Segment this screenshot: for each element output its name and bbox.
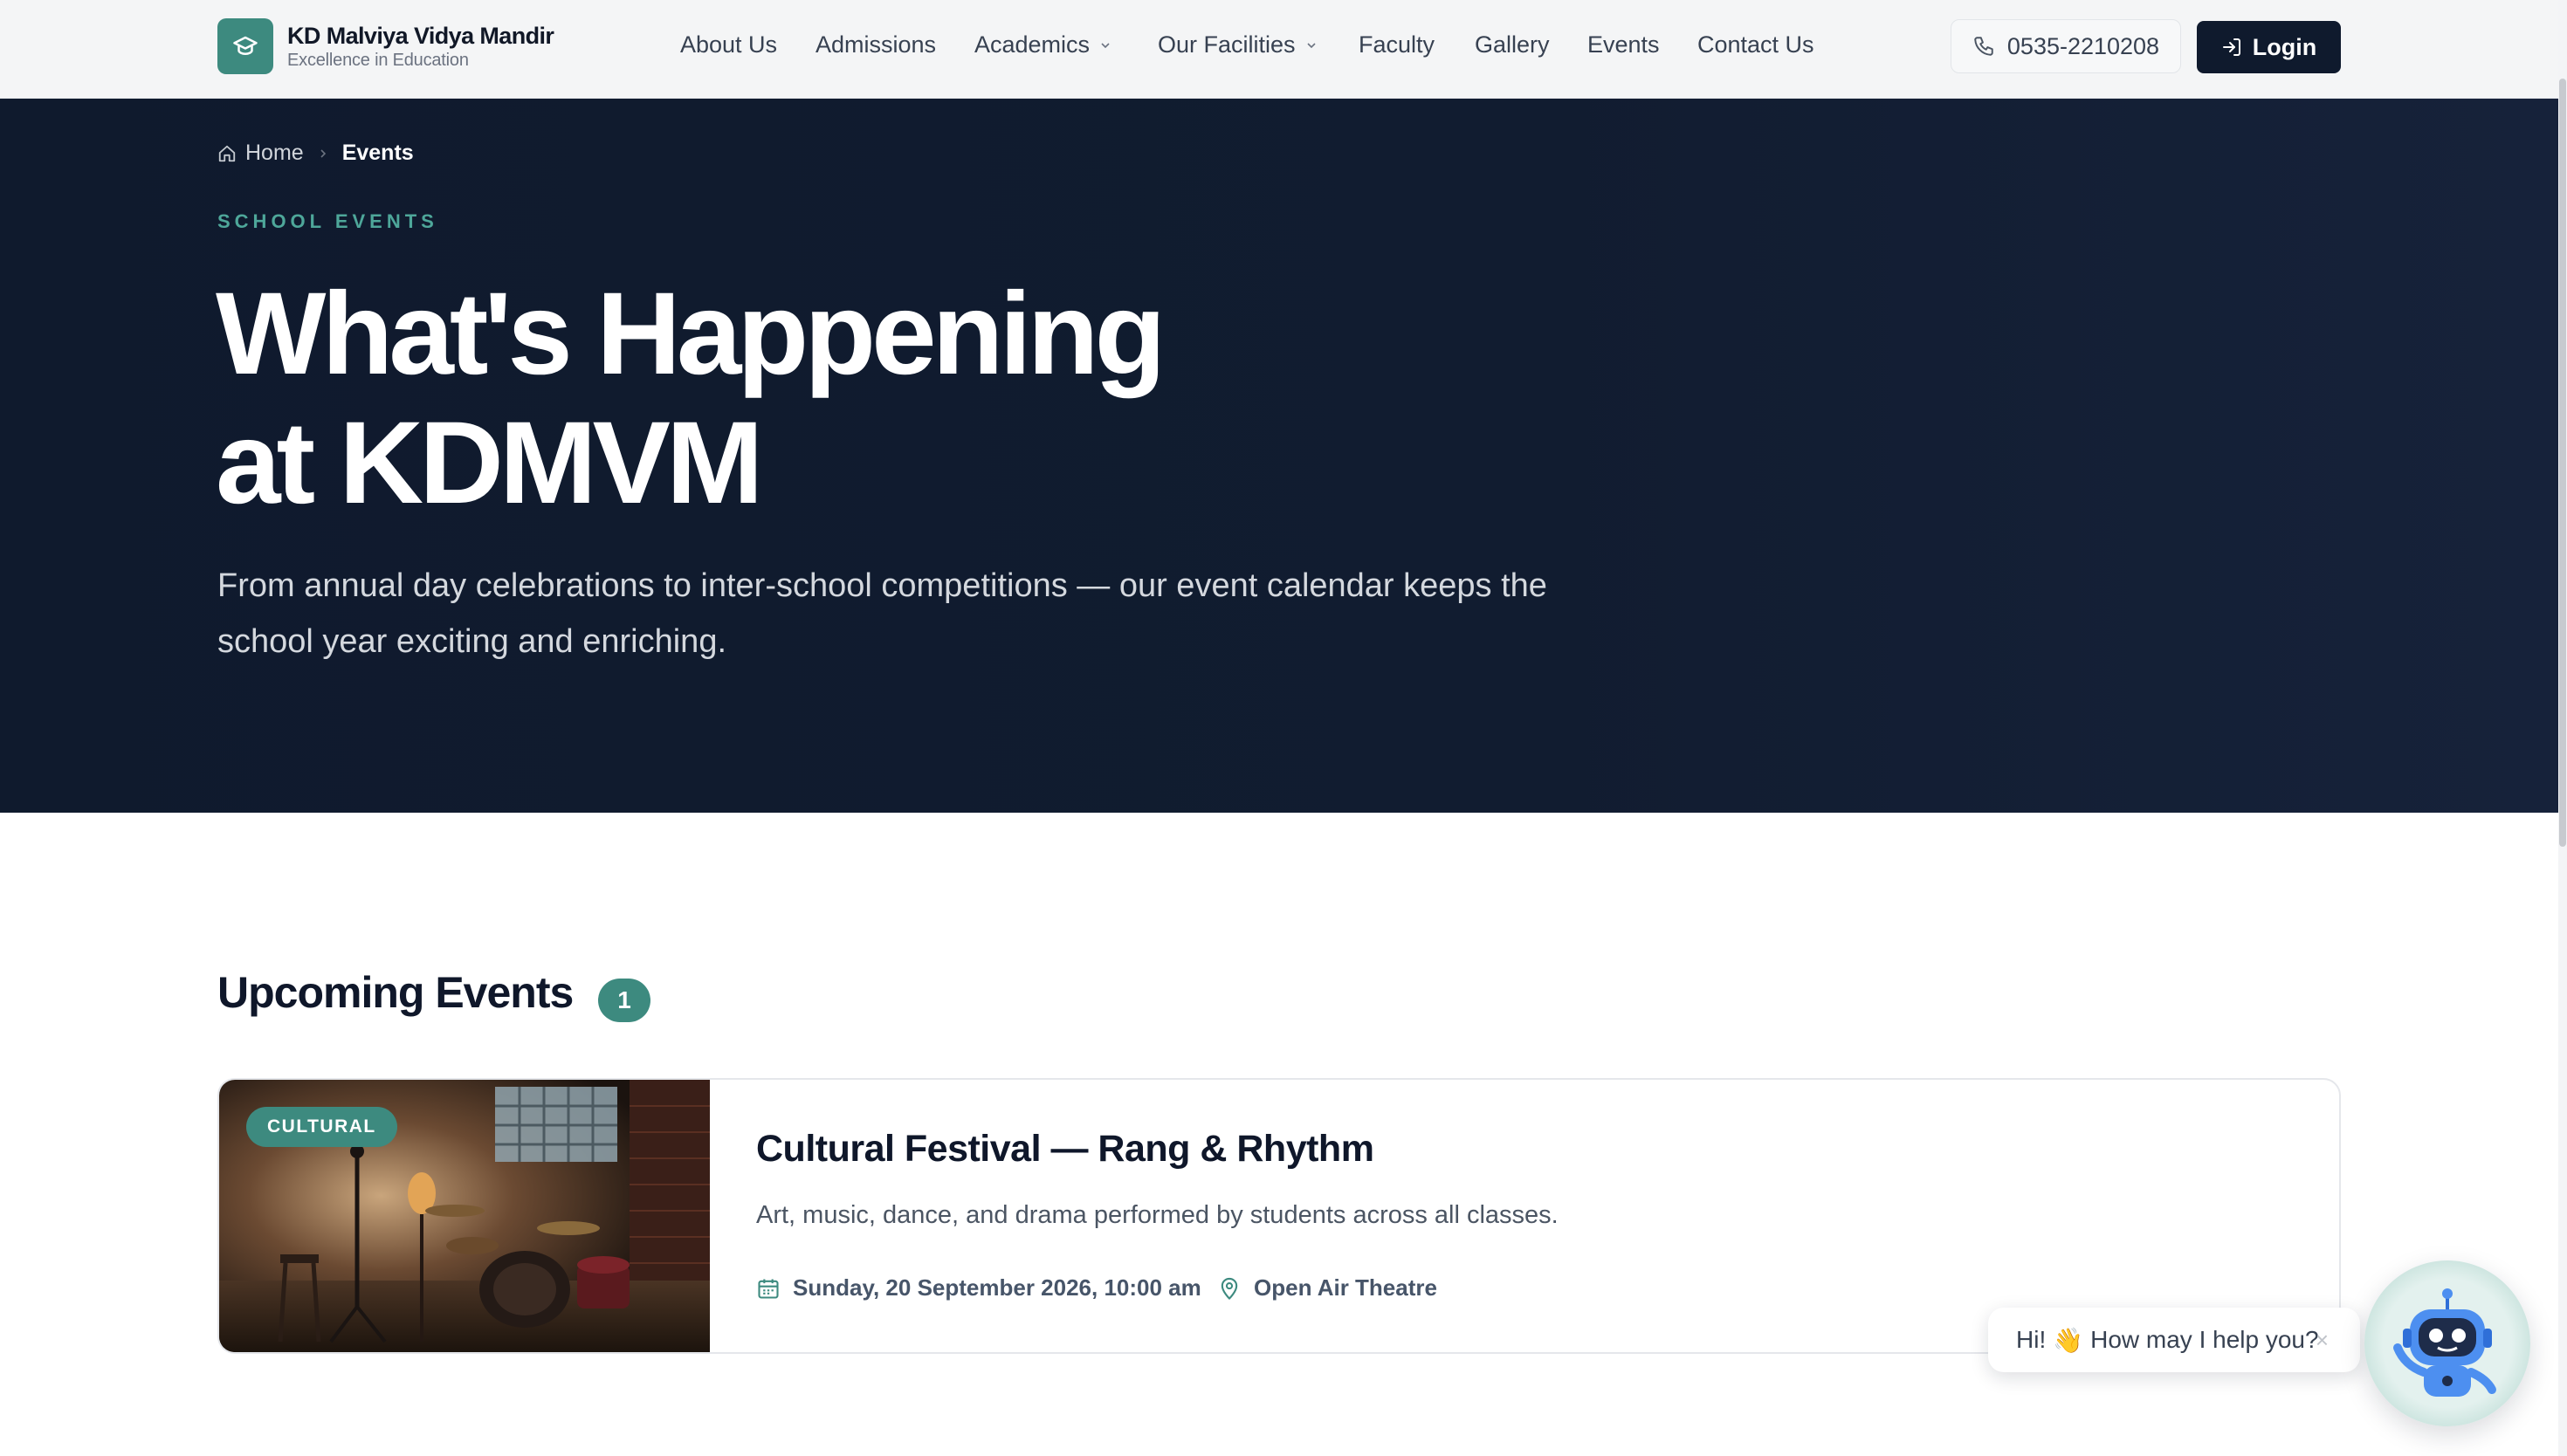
event-date: Sunday, 20 September 2026, 10:00 am bbox=[756, 1274, 1201, 1301]
breadcrumb-current: Events bbox=[341, 141, 414, 165]
breadcrumb: Home Events bbox=[217, 141, 414, 166]
upcoming-events-title: Upcoming Events bbox=[217, 968, 574, 1017]
hero-section: Home Events SCHOOL EVENTS What's Happeni… bbox=[0, 99, 2558, 813]
breadcrumb-home[interactable]: Home bbox=[217, 141, 304, 166]
login-button[interactable]: Login bbox=[2197, 21, 2341, 73]
location-pin-icon bbox=[1221, 1277, 1238, 1300]
event-description: Art, music, dance, and drama performed b… bbox=[756, 1201, 1559, 1229]
scrollbar-thumb[interactable] bbox=[2559, 79, 2566, 847]
event-category-badge: CULTURAL bbox=[246, 1107, 397, 1147]
breadcrumb-home-label: Home bbox=[245, 141, 304, 165]
nav-contact-us-label: Contact Us bbox=[1697, 31, 1814, 58]
hero-eyebrow: SCHOOL EVENTS bbox=[217, 210, 438, 232]
nav-contact-us[interactable]: Contact Us bbox=[1697, 31, 1814, 58]
nav-about-us-label: About Us bbox=[680, 31, 778, 58]
hero-subtitle: From annual day celebrations to inter-sc… bbox=[217, 567, 1547, 660]
nav-faculty-label: Faculty bbox=[1359, 31, 1435, 58]
wave-emoji-icon: 👋 bbox=[2053, 1326, 2084, 1354]
nav-admissions[interactable]: Admissions bbox=[816, 31, 936, 58]
nav-academics[interactable]: Academics bbox=[974, 31, 1112, 58]
hero-title-line2: at KDMVM bbox=[216, 398, 764, 528]
brand-tagline: Excellence in Education bbox=[287, 51, 469, 70]
chat-greeting: Hi! bbox=[2016, 1326, 2047, 1353]
event-venue-text: Open Air Theatre bbox=[1254, 1274, 1437, 1301]
graduation-cap-icon bbox=[233, 36, 258, 55]
robot-icon bbox=[2393, 1288, 2496, 1397]
events-count-badge: 1 bbox=[598, 979, 650, 1022]
school-logo[interactable] bbox=[217, 18, 273, 74]
nav-our-facilities[interactable]: Our Facilities bbox=[1158, 31, 1318, 58]
nav-our-facilities-label: Our Facilities bbox=[1158, 31, 1296, 58]
chevron-down-icon bbox=[1101, 42, 1110, 48]
login-label: Login bbox=[2252, 33, 2317, 60]
phone-button[interactable]: 0535-2210208 bbox=[1951, 19, 2181, 73]
login-icon bbox=[2222, 38, 2240, 56]
chat-greeting-bubble[interactable]: Hi! 👋 How may I help you? × bbox=[1988, 1308, 2360, 1372]
chat-message: How may I help you? bbox=[2090, 1326, 2319, 1353]
nav-about-us[interactable]: About Us bbox=[680, 31, 777, 58]
hero-title: What's Happening at KDMVM bbox=[216, 270, 1438, 528]
calendar-icon bbox=[758, 1279, 779, 1299]
phone-number: 0535-2210208 bbox=[2006, 32, 2160, 59]
event-venue: Open Air Theatre bbox=[1217, 1274, 1437, 1301]
nav-admissions-label: Admissions bbox=[816, 31, 937, 58]
nav-gallery[interactable]: Gallery bbox=[1475, 31, 1550, 58]
nav-gallery-label: Gallery bbox=[1475, 31, 1550, 58]
event-title[interactable]: Cultural Festival — Rang & Rhythm bbox=[756, 1128, 1374, 1171]
phone-icon bbox=[1974, 37, 1993, 56]
event-date-text: Sunday, 20 September 2026, 10:00 am bbox=[793, 1274, 1201, 1301]
nav-faculty[interactable]: Faculty bbox=[1359, 31, 1435, 58]
top-navbar: KD Malviya Vidya Mandir Excellence in Ed… bbox=[0, 0, 2558, 99]
brand-name[interactable]: KD Malviya Vidya Mandir bbox=[287, 23, 554, 50]
nav-academics-label: Academics bbox=[974, 31, 1091, 58]
chatbot-launcher[interactable] bbox=[2364, 1260, 2530, 1426]
home-icon bbox=[218, 145, 236, 161]
hero-title-line1: What's Happening bbox=[216, 269, 1166, 399]
chevron-down-icon bbox=[1306, 42, 1316, 48]
nav-events[interactable]: Events bbox=[1587, 31, 1660, 58]
chevron-right-icon bbox=[320, 148, 326, 158]
chat-close-icon[interactable]: × bbox=[2316, 1327, 2329, 1354]
nav-events-label: Events bbox=[1587, 31, 1660, 58]
